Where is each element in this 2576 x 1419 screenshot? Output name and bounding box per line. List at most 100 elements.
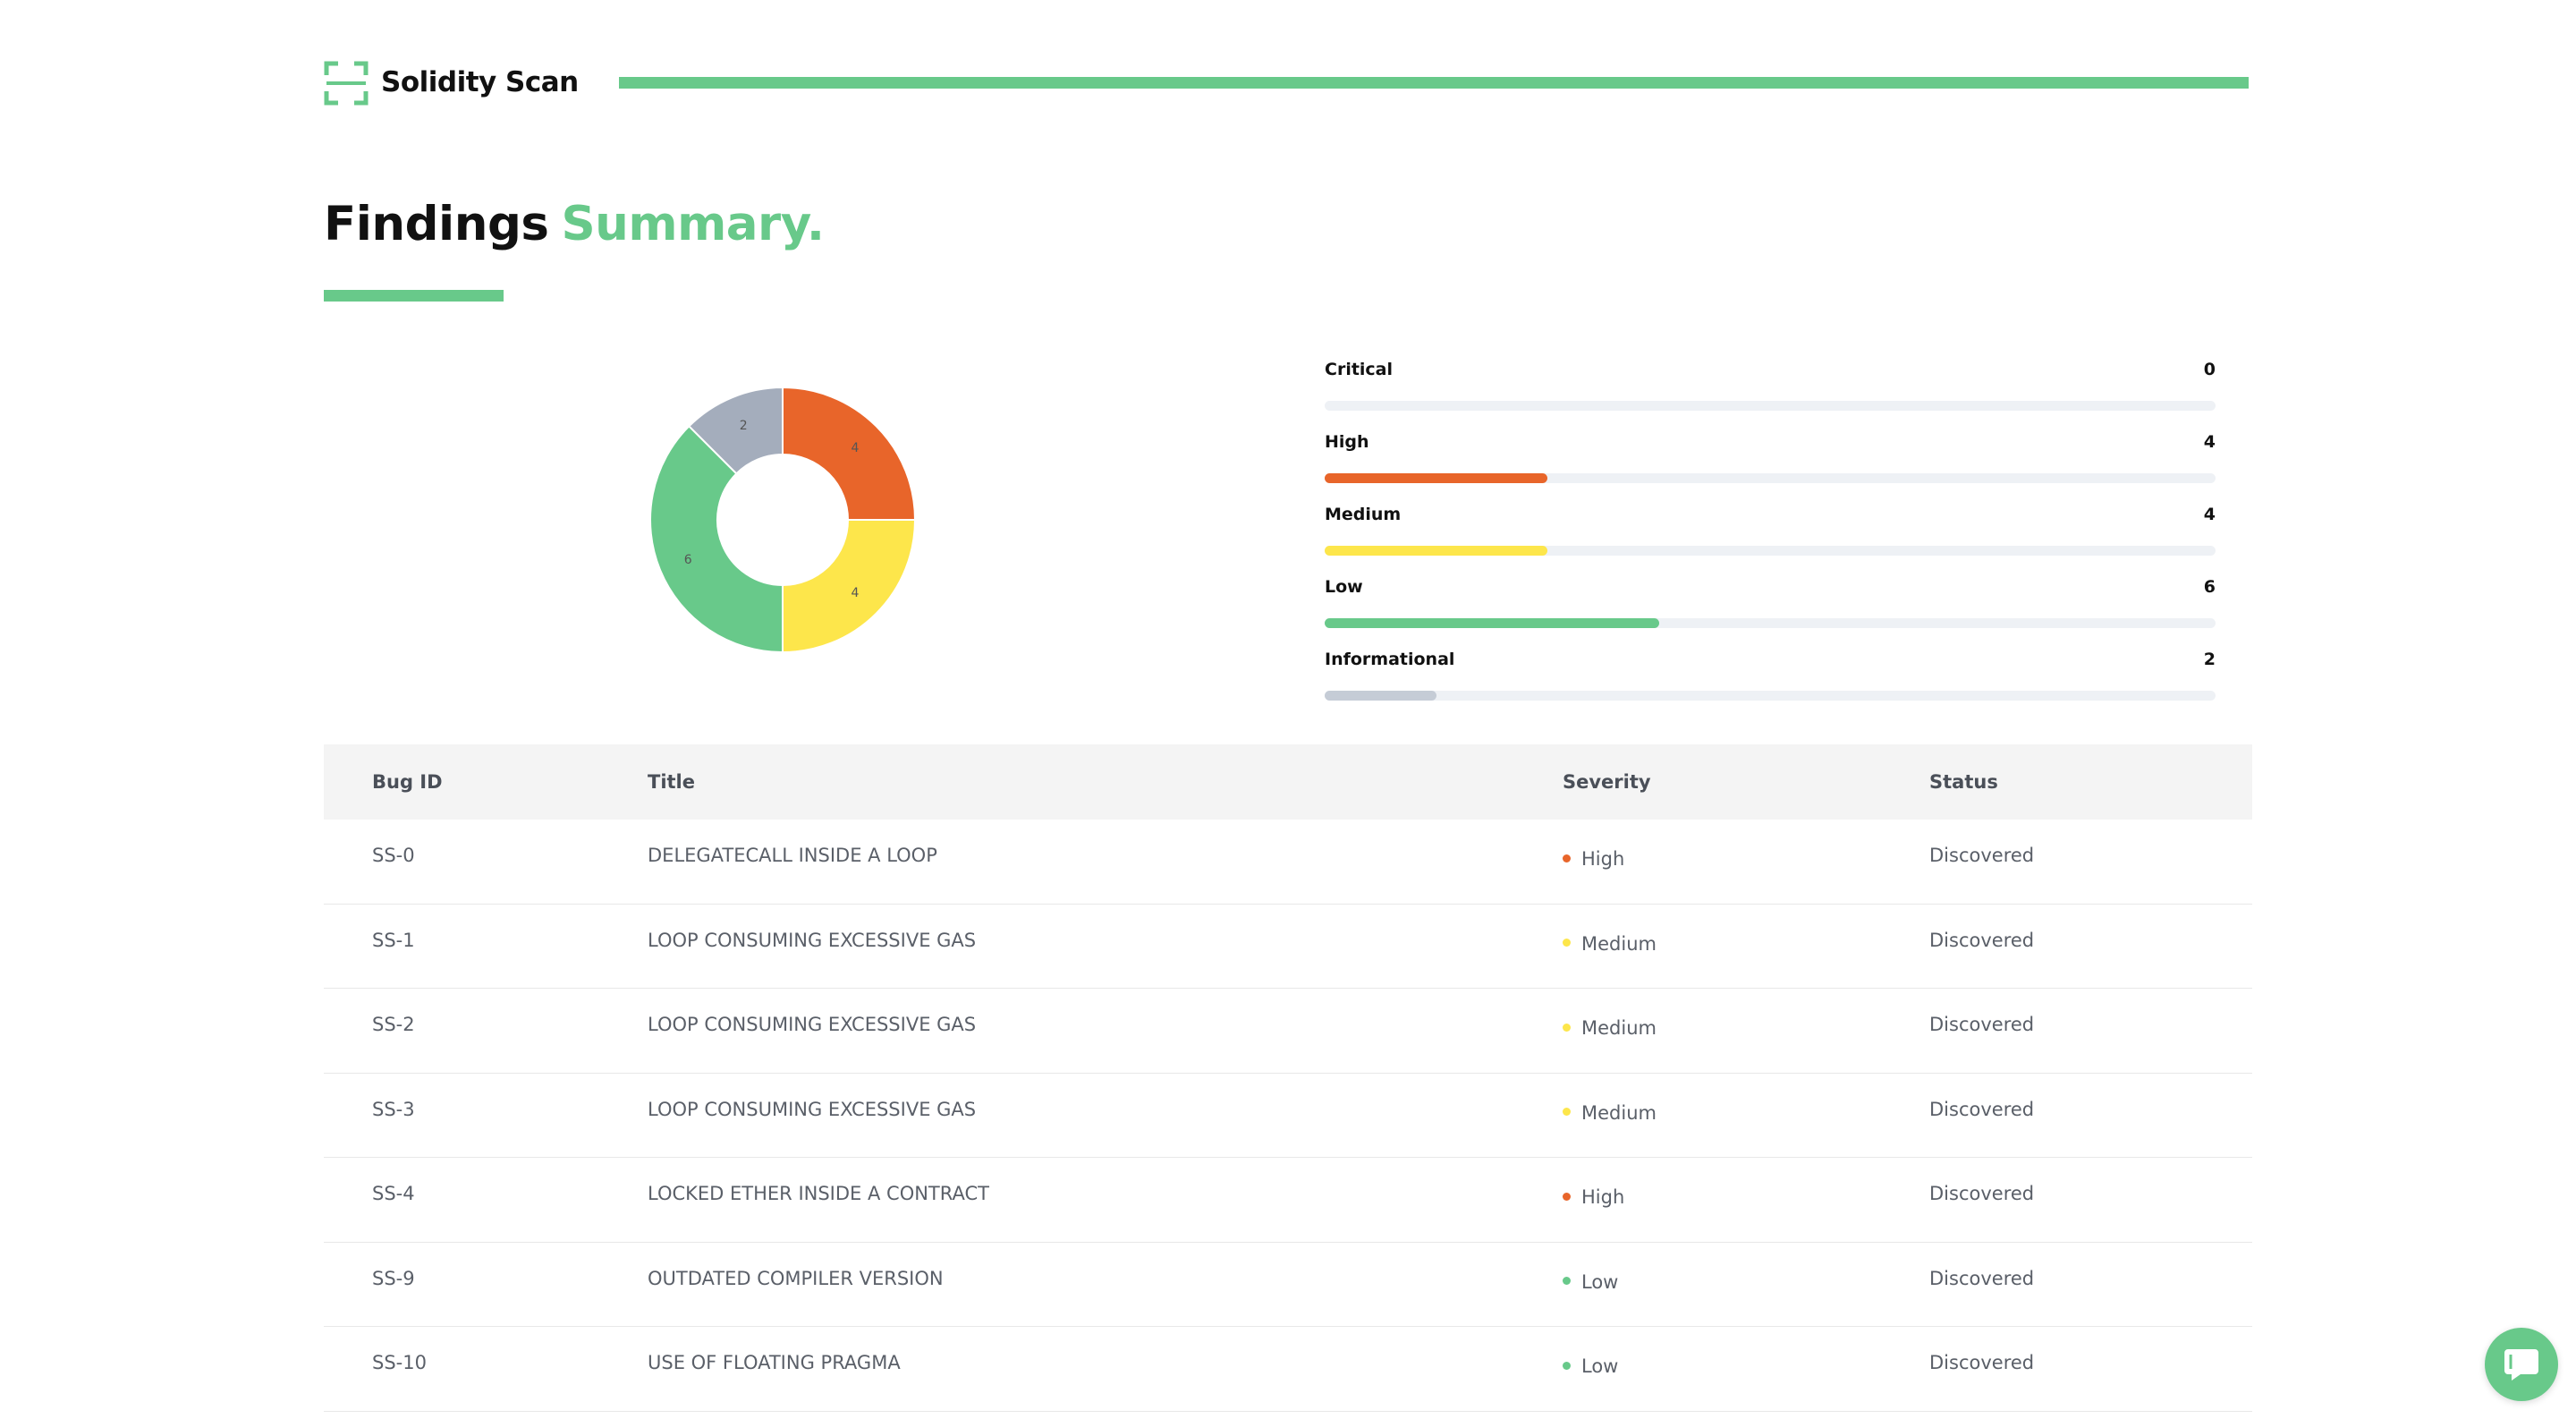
severity-cell: Low [1563, 1350, 1618, 1382]
severity-bar-track [1325, 546, 2216, 556]
table-row[interactable]: SS-4 LOCKED ETHER INSIDE A CONTRACT Discov… [324, 1158, 2252, 1243]
bug-id-cell: SS-9 [372, 1267, 415, 1289]
table-body: SS-0 DELEGATECALL INSIDE A LOOP Discovered… [324, 820, 2252, 1412]
severity-row-informational: Informational 2 [1325, 646, 2216, 718]
severity-text: High [1581, 848, 1625, 870]
severity-dot-icon [1563, 1023, 1571, 1032]
donut-slice-label: 2 [740, 419, 748, 433]
report-page: Solidity Scan Findings Summary. 4 4 6 2 Crit… [0, 0, 2576, 1419]
severity-cell: Medium [1563, 928, 1657, 960]
status-cell: Discovered [1929, 1098, 2035, 1120]
table-header: Bug ID Title Severity Status [324, 744, 2252, 820]
page-title-accent: Summary. [561, 197, 825, 251]
table-row[interactable]: SS-0 DELEGATECALL INSIDE A LOOP Discovered… [324, 820, 2252, 905]
title-cell: LOOP CONSUMING EXCESSIVE GAS [648, 929, 977, 951]
severity-row-medium: Medium 4 [1325, 501, 2216, 574]
severity-bar-track [1325, 618, 2216, 628]
severity-bar-fill [1325, 473, 1547, 483]
column-header-title[interactable]: Title [648, 744, 695, 820]
severity-count: 4 [2203, 432, 2216, 452]
scan-logo-icon [324, 61, 369, 106]
severity-bar-fill [1325, 546, 1547, 556]
severity-label: Medium [1325, 505, 1402, 524]
status-cell: Discovered [1929, 1352, 2035, 1373]
status-cell: Discovered [1929, 929, 2035, 951]
table-row[interactable]: SS-1 LOOP CONSUMING EXCESSIVE GAS Discover… [324, 905, 2252, 989]
status-cell: Discovered [1929, 1267, 2035, 1289]
severity-dot-icon [1563, 1277, 1571, 1285]
severity-dot-icon [1563, 939, 1571, 947]
findings-table: Bug ID Title Severity Status SS-0 DELEGAT… [324, 744, 2252, 1412]
column-header-bug-id[interactable]: Bug ID [372, 744, 443, 820]
column-header-severity[interactable]: Severity [1563, 744, 1651, 820]
bug-id-cell: SS-4 [372, 1183, 415, 1204]
severity-label: High [1325, 432, 1369, 452]
severity-bar-track [1325, 401, 2216, 411]
bug-id-cell: SS-1 [372, 929, 415, 951]
title-rule [324, 290, 504, 302]
severity-cell: High [1563, 1181, 1624, 1213]
severity-label: Informational [1325, 650, 1455, 669]
brand-name: Solidity Scan [381, 66, 579, 98]
severity-label: Critical [1325, 360, 1394, 379]
status-cell: Discovered [1929, 845, 2035, 866]
table-row[interactable]: SS-10 USE OF FLOATING PRAGMA Discovered Low [324, 1327, 2252, 1412]
severity-breakdown: Critical 0 High 4 Medium 4 Low 6 Informational 2 [1325, 356, 2216, 718]
status-cell: Discovered [1929, 1014, 2035, 1035]
severity-row-critical: Critical 0 [1325, 356, 2216, 429]
title-cell: OUTDATED COMPILER VERSION [648, 1267, 944, 1289]
severity-count: 4 [2203, 505, 2216, 524]
page-title: Findings Summary. [324, 193, 825, 256]
donut-slice-label: 6 [684, 553, 692, 567]
severity-row-low: Low 6 [1325, 574, 2216, 646]
severity-bar-track [1325, 473, 2216, 483]
severity-text: Low [1581, 1355, 1619, 1377]
bug-id-cell: SS-3 [372, 1098, 415, 1120]
table-row[interactable]: SS-3 LOOP CONSUMING EXCESSIVE GAS Discover… [324, 1074, 2252, 1158]
severity-bar-fill [1325, 691, 1436, 701]
severity-count: 2 [2203, 650, 2216, 669]
severity-dot-icon [1563, 1361, 1571, 1370]
severity-label: Low [1325, 577, 1363, 597]
severity-text: Medium [1581, 1017, 1657, 1039]
severity-dot-icon [1563, 1108, 1571, 1116]
severity-text: Medium [1581, 932, 1657, 955]
title-cell: DELEGATECALL INSIDE A LOOP [648, 845, 937, 866]
report-header: Solidity Scan [324, 59, 2249, 106]
table-row[interactable]: SS-9 OUTDATED COMPILER VERSION Discovered L… [324, 1243, 2252, 1327]
severity-text: Low [1581, 1270, 1619, 1293]
title-cell: USE OF FLOATING PRAGMA [648, 1352, 901, 1373]
severity-donut-chart: 4 4 6 2 [649, 386, 917, 654]
title-cell: LOCKED ETHER INSIDE A CONTRACT [648, 1183, 989, 1204]
column-header-status[interactable]: Status [1929, 744, 1998, 820]
chat-button[interactable] [2485, 1328, 2558, 1401]
chat-icon [2504, 1349, 2538, 1381]
severity-cell: Medium [1563, 1012, 1657, 1044]
bug-id-cell: SS-2 [372, 1014, 415, 1035]
severity-count: 0 [2203, 360, 2216, 379]
severity-count: 6 [2203, 577, 2216, 597]
donut-slice-medium[interactable] [782, 519, 917, 654]
bug-id-cell: SS-0 [372, 845, 415, 866]
table-row[interactable]: SS-2 LOOP CONSUMING EXCESSIVE GAS Discover… [324, 989, 2252, 1074]
severity-dot-icon [1563, 854, 1571, 862]
severity-bar-fill [1325, 618, 1659, 628]
status-cell: Discovered [1929, 1183, 2035, 1204]
donut-slice-low[interactable] [649, 424, 784, 654]
donut-slice-high[interactable] [782, 386, 917, 521]
title-cell: LOOP CONSUMING EXCESSIVE GAS [648, 1098, 977, 1120]
severity-row-high: High 4 [1325, 429, 2216, 501]
severity-text: Medium [1581, 1101, 1657, 1124]
donut-slice-label: 4 [852, 441, 860, 455]
severity-cell: High [1563, 843, 1624, 875]
title-cell: LOOP CONSUMING EXCESSIVE GAS [648, 1014, 977, 1035]
header-rule [619, 77, 2249, 89]
severity-cell: Medium [1563, 1097, 1657, 1129]
bug-id-cell: SS-10 [372, 1352, 427, 1373]
severity-cell: Low [1563, 1266, 1618, 1298]
donut-slice-label: 4 [852, 586, 860, 600]
severity-bar-track [1325, 691, 2216, 701]
severity-text: High [1581, 1186, 1625, 1208]
severity-dot-icon [1563, 1192, 1571, 1201]
page-title-main: Findings [324, 197, 549, 251]
